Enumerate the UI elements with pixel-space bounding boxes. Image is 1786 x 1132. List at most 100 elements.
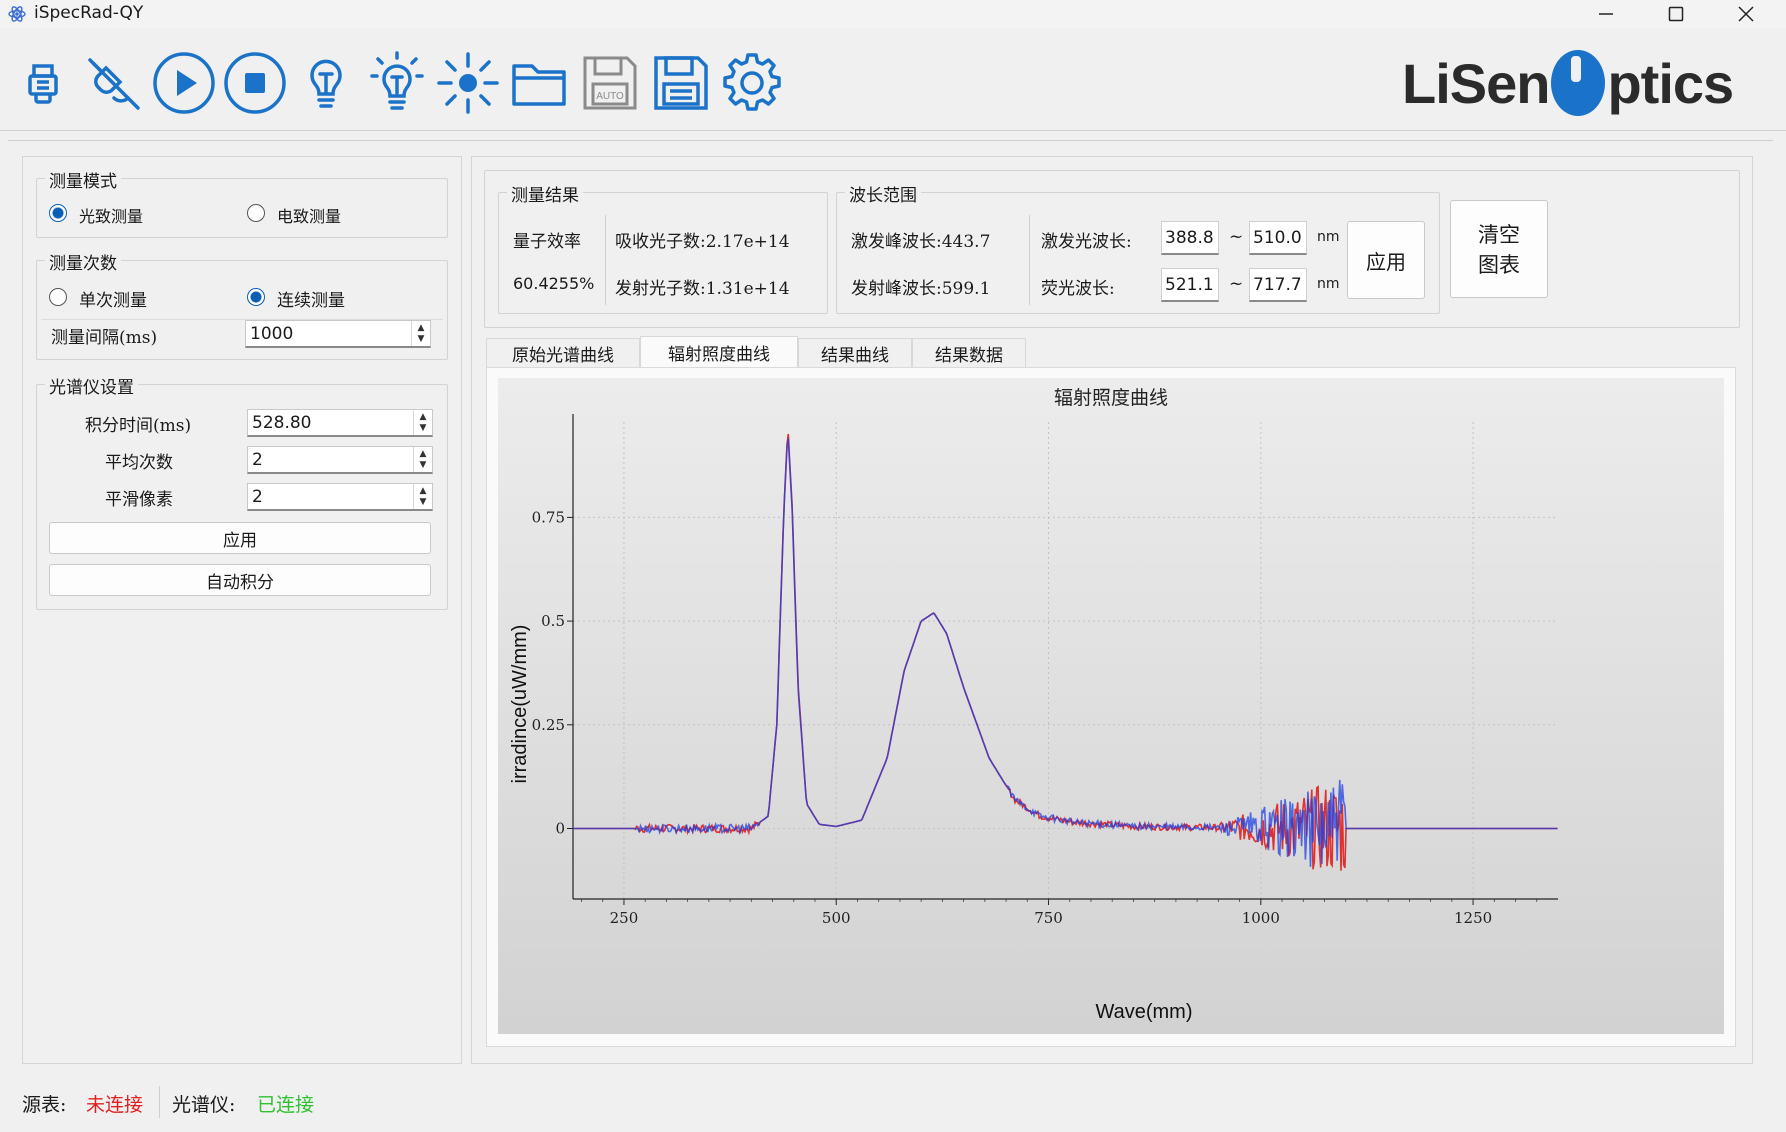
settings-button[interactable] — [717, 48, 787, 118]
logo-o-mark — [1551, 50, 1606, 116]
smooth-value[interactable]: 2 — [248, 487, 413, 507]
excitation-to-input[interactable]: 510.0 — [1249, 221, 1307, 255]
emission-peak: 发射峰波长:599.1 — [851, 279, 991, 299]
smooth-spin-arrows[interactable]: ▲ ▼ — [413, 484, 432, 509]
app-icon — [8, 6, 26, 22]
maximize-icon — [1668, 6, 1684, 22]
excitation-label: 激发光波长: — [1041, 232, 1132, 252]
gear-icon — [723, 53, 781, 111]
clear-chart-label-1[interactable]: 清空 — [1478, 219, 1520, 249]
logo-text-left: LiSen — [1402, 51, 1550, 115]
stop-button[interactable] — [220, 48, 290, 118]
average-label: 平均次数 — [105, 453, 173, 473]
tab-irradiance[interactable]: 辐射照度曲线 — [640, 336, 798, 368]
results-group: 测量结果 量子效率 60.4255% 吸收光子数:2.17e+14 发射光子数:… — [498, 181, 828, 314]
emitted-photons: 发射光子数:1.31e+14 — [615, 279, 790, 299]
toolbar-divider — [8, 140, 1773, 141]
excitation-unit: nm — [1317, 229, 1340, 245]
minimize-icon — [1599, 13, 1613, 15]
x-tick-label: 1000 — [1242, 909, 1280, 927]
y-tick-label: 0.5 — [541, 612, 565, 630]
connect-button[interactable] — [8, 48, 78, 118]
start-button[interactable] — [149, 48, 219, 118]
radio-photo[interactable] — [49, 204, 67, 222]
bulb-on-icon — [370, 51, 424, 110]
minimize-button[interactable] — [1576, 0, 1636, 28]
open-folder-button[interactable] — [504, 48, 574, 118]
maximize-button[interactable] — [1646, 0, 1706, 28]
average-value[interactable]: 2 — [248, 450, 413, 470]
measure-mode-group: 测量模式 光致测量 电致测量 — [36, 167, 448, 238]
irradiance-chart: 辐射照度曲线 250 500 750 1000 1250 0 0.25 0.5 0.75 Wav… — [498, 378, 1724, 1034]
wavelength-title: 波长范围 — [845, 181, 921, 206]
fluorescence-tilde: ~ — [1229, 274, 1244, 294]
radio-continuous-label[interactable]: 连续测量 — [277, 286, 345, 311]
logo-text-right: ptics — [1607, 51, 1734, 115]
radio-electro[interactable] — [247, 204, 265, 222]
spectrometer-status: 已连接 — [257, 1094, 315, 1116]
fluorescence-label: 荧光波长: — [1041, 279, 1115, 299]
bulb-icon — [310, 59, 342, 108]
smooth-spinbox[interactable]: 2 ▲ ▼ — [247, 483, 433, 511]
fluorescence-from-input[interactable]: 521.1 — [1161, 268, 1219, 302]
usb-plug-icon — [28, 64, 58, 104]
integration-spin-arrows[interactable]: ▲ ▼ — [413, 410, 432, 435]
y-tick-label: 0.75 — [532, 508, 565, 526]
clear-chart-button[interactable]: 清空 图表 — [1450, 200, 1548, 298]
tab-result-curve[interactable]: 结果曲线 — [798, 338, 912, 368]
spectrum-line — [573, 438, 1558, 867]
average-spinbox[interactable]: 2 ▲ ▼ — [247, 446, 433, 474]
radio-single[interactable] — [49, 288, 67, 306]
x-tick-label: 250 — [610, 909, 639, 927]
light-on-button[interactable] — [362, 48, 432, 118]
excitation-peak: 激发峰波长:443.7 — [851, 232, 991, 252]
smooth-label: 平滑像素 — [105, 490, 173, 510]
interval-spinbox[interactable]: 1000 ▲ ▼ — [245, 320, 431, 348]
tab-raw-spectrum[interactable]: 原始光谱曲线 — [486, 338, 640, 368]
clear-chart-label-2[interactable]: 图表 — [1478, 249, 1520, 279]
measure-mode-title: 测量模式 — [45, 167, 121, 192]
y-axis-label: irradince(uW/mm) — [509, 625, 531, 784]
svg-text:AUTO: AUTO — [596, 91, 624, 102]
title-bar: iSpecRad-QY — [0, 0, 1786, 28]
play-icon — [153, 52, 215, 114]
x-tick-label: 1250 — [1454, 909, 1492, 927]
interval-spin-arrows[interactable]: ▲ ▼ — [411, 321, 430, 346]
integration-value[interactable]: 528.80 — [248, 413, 413, 433]
y-tick-label: 0.25 — [532, 716, 565, 734]
auto-save-button[interactable]: AUTO — [575, 48, 645, 118]
auto-integration-button[interactable]: 自动积分 — [49, 564, 431, 596]
wavelength-apply-button[interactable]: 应用 — [1347, 221, 1425, 299]
radio-continuous[interactable] — [247, 288, 265, 306]
disconnect-button[interactable] — [78, 48, 148, 118]
wavelength-separator — [1029, 215, 1030, 305]
results-separator — [605, 215, 606, 305]
folder-icon — [512, 64, 566, 106]
integration-label: 积分时间(ms) — [85, 416, 192, 436]
chart-title: 辐射照度曲线 — [1054, 387, 1168, 409]
radio-photo-label[interactable]: 光致测量 — [79, 203, 143, 227]
qe-label: 量子效率 — [513, 232, 581, 252]
excitation-from-input[interactable]: 388.8 — [1161, 221, 1219, 255]
spectro-apply-button[interactable]: 应用 — [49, 522, 431, 554]
wavelength-group: 波长范围 激发峰波长:443.7 发射峰波长:599.1 激发光波长: 荧光波长… — [836, 181, 1440, 314]
spectrum-line — [573, 433, 1558, 871]
light-off-button[interactable] — [291, 48, 361, 118]
y-tick-label: 0 — [555, 819, 565, 837]
x-tick-label: 750 — [1034, 909, 1063, 927]
radio-single-label[interactable]: 单次测量 — [79, 286, 147, 311]
chart-axes: 250 500 750 1000 1250 0 0.25 0.5 0.75 — [532, 414, 1558, 927]
x-tick-label: 500 — [822, 909, 851, 927]
absorbed-photons: 吸收光子数:2.17e+14 — [615, 232, 790, 252]
tab-result-data[interactable]: 结果数据 — [912, 338, 1026, 368]
save-button[interactable] — [646, 48, 716, 118]
radio-electro-label[interactable]: 电致测量 — [277, 203, 341, 227]
stop-icon — [224, 52, 286, 114]
fluorescence-to-input[interactable]: 717.7 — [1249, 268, 1307, 302]
source-meter-status: 未连接 — [86, 1094, 144, 1116]
light-source-button[interactable] — [433, 48, 503, 118]
interval-value[interactable]: 1000 — [246, 324, 411, 344]
close-button[interactable] — [1716, 0, 1776, 28]
integration-spinbox[interactable]: 528.80 ▲ ▼ — [247, 409, 433, 437]
average-spin-arrows[interactable]: ▲ ▼ — [413, 447, 432, 472]
